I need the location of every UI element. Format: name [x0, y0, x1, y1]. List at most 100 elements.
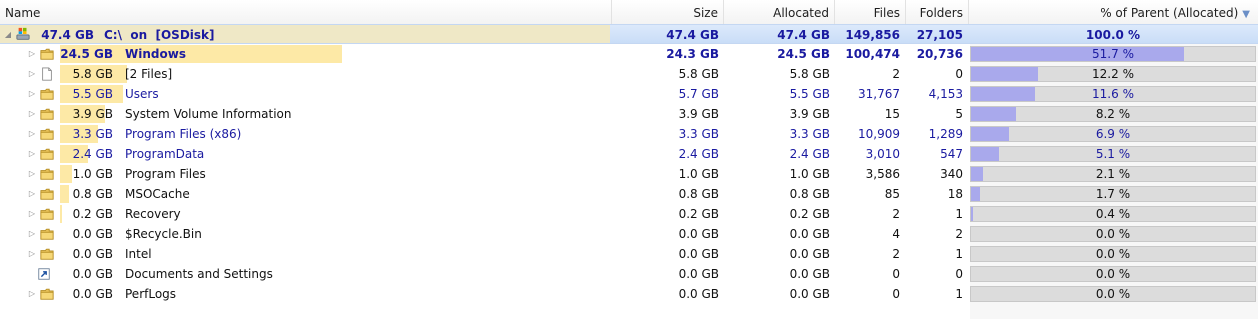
allocated-cell: 5.8 GB [789, 67, 830, 81]
drive-icon [16, 27, 30, 40]
root-size: 47.4 GB [666, 28, 719, 42]
folders-cell: 1 [955, 207, 963, 221]
expand-arrow-icon[interactable]: ▷ [27, 124, 37, 144]
files-cell: 15 [884, 107, 900, 121]
expand-arrow-icon[interactable]: ▷ [27, 84, 37, 104]
allocated-cell: 3.3 GB [789, 127, 830, 141]
files-cell: 0 [892, 287, 900, 301]
item-name: $Recycle.Bin [125, 227, 202, 241]
column-header-allocated[interactable]: Allocated [724, 0, 835, 24]
tree-row[interactable]: 0.0 GB Documents and Settings 0.0 GB 0.0 GB… [0, 264, 1258, 284]
size-label: 0.8 GB [72, 187, 113, 201]
expand-arrow-icon[interactable]: ▷ [27, 184, 37, 204]
folders-cell: 2 [955, 227, 963, 241]
expand-arrow-icon[interactable]: ▷ [27, 244, 37, 264]
folders-cell: 20,736 [916, 47, 963, 61]
expand-arrow-icon[interactable]: ▷ [27, 164, 37, 184]
allocated-cell: 0.0 GB [789, 227, 830, 241]
item-name: Recovery [125, 207, 181, 221]
percent-bar: 8.2 % [970, 106, 1256, 122]
size-cell: 3.3 GB [678, 127, 719, 141]
files-cell: 100,474 [845, 47, 900, 61]
tree-row[interactable]: ▷ 0.0 GB $Recycle.Bin 0.0 GB 0.0 GB 4 2 0.0 % [0, 224, 1258, 244]
size-cell: 0.0 GB [678, 227, 719, 241]
column-header-bar: Name Size Allocated Files Folders % of P… [0, 0, 1258, 25]
size-cell: 5.8 GB [678, 67, 719, 81]
percent-bar: 51.7 % [970, 46, 1256, 62]
tree-row[interactable]: ▷ 3.9 GB System Volume Information 3.9 GB 3.… [0, 104, 1258, 124]
tree-row[interactable]: ▷ 5.8 GB [2 Files] 5.8 GB 5.8 GB 2 0 12.2 % [0, 64, 1258, 84]
folders-cell: 340 [940, 167, 963, 181]
expand-arrow-icon[interactable]: ▷ [27, 284, 37, 304]
expand-arrow-icon[interactable]: ▷ [27, 224, 37, 244]
size-cell: 0.0 GB [678, 287, 719, 301]
files-cell: 10,909 [858, 127, 900, 141]
allocated-cell: 24.5 GB [777, 47, 830, 61]
percent-text: 11.6 % [1092, 87, 1134, 101]
column-header-name[interactable]: Name [0, 0, 612, 24]
tree-row[interactable]: ▷ 0.8 GB MSOCache 0.8 GB 0.8 GB 85 18 1.7 % [0, 184, 1258, 204]
collapse-arrow-icon[interactable]: ◢ [3, 25, 13, 45]
tree-row[interactable]: ▷ 0.2 GB Recovery 0.2 GB 0.2 GB 2 1 0.4 % [0, 204, 1258, 224]
expand-arrow-icon[interactable]: ▷ [27, 144, 37, 164]
files-cell: 31,767 [858, 87, 900, 101]
sort-descending-icon: ▼ [1242, 9, 1250, 20]
expand-arrow-icon[interactable]: ▷ [27, 44, 37, 64]
percent-bar: 0.0 % [970, 226, 1256, 242]
percent-text: 0.0 % [1095, 287, 1131, 301]
column-header-percent[interactable]: % of Parent (Allocated) ▼ [969, 0, 1258, 24]
tree-row[interactable]: ▷ 0.0 GB Intel 0.0 GB 0.0 GB 2 1 0.0 % [0, 244, 1258, 264]
folders-cell: 1 [955, 287, 963, 301]
expand-arrow-icon[interactable]: ▷ [27, 104, 37, 124]
percent-bar: 1.7 % [970, 186, 1256, 202]
size-label: 5.5 GB [72, 87, 113, 101]
allocated-cell: 3.9 GB [789, 107, 830, 121]
folders-cell: 18 [947, 187, 963, 201]
percent-text: 0.0 % [1095, 267, 1131, 281]
column-header-folders[interactable]: Folders [906, 0, 969, 24]
percent-bar: 12.2 % [970, 66, 1256, 82]
size-label: 3.9 GB [72, 107, 113, 121]
size-cell: 2.4 GB [678, 147, 719, 161]
size-cell: 0.2 GB [678, 207, 719, 221]
size-label: 1.0 GB [72, 167, 113, 181]
percent-text: 8.2 % [1095, 107, 1131, 121]
size-cell: 24.3 GB [666, 47, 719, 61]
tree-row[interactable]: ▷ 2.4 GB ProgramData 2.4 GB 2.4 GB 3,010 547 5… [0, 144, 1258, 164]
column-header-size[interactable]: Size [612, 0, 724, 24]
root-allocated: 47.4 GB [777, 28, 830, 42]
allocated-cell: 0.0 GB [789, 267, 830, 281]
item-name: PerfLogs [125, 287, 177, 301]
size-cell: 0.8 GB [678, 187, 719, 201]
expand-arrow-icon[interactable]: ▷ [27, 204, 37, 224]
files-cell: 3,586 [865, 167, 900, 181]
files-cell: 2 [892, 247, 900, 261]
size-cell: 0.0 GB [678, 267, 719, 281]
size-label: 0.0 GB [72, 247, 113, 261]
percent-bar: 11.6 % [970, 86, 1256, 102]
percent-text: 51.7 % [1092, 47, 1134, 61]
item-name: Windows [125, 47, 186, 61]
expand-arrow-icon[interactable]: ▷ [27, 64, 37, 84]
tree-row[interactable]: ▷ 1.0 GB Program Files 1.0 GB 1.0 GB 3,586 340… [0, 164, 1258, 184]
tree-row[interactable]: ▷ 3.3 GB Program Files (x86) 3.3 GB 3.3 GB 10… [0, 124, 1258, 144]
allocated-cell: 0.8 GB [789, 187, 830, 201]
item-name: Documents and Settings [125, 267, 273, 281]
percent-text: 2.1 % [1095, 167, 1131, 181]
item-name: Users [125, 87, 159, 101]
column-header-files[interactable]: Files [835, 0, 906, 24]
tree-row[interactable]: ▷ 0.0 GB PerfLogs 0.0 GB 0.0 GB 0 1 0.0 % [0, 284, 1258, 304]
item-name: Intel [125, 247, 152, 261]
tree-row[interactable]: ▷ 5.5 GB Users 5.7 GB 5.5 GB 31,767 4,153 11.6… [0, 84, 1258, 104]
tree-row[interactable]: ▷ 24.5 GB Windows 24.3 GB 24.5 GB 100,474 20,7… [0, 44, 1258, 64]
allocated-cell: 0.2 GB [789, 207, 830, 221]
size-cell: 5.7 GB [678, 87, 719, 101]
item-name: System Volume Information [125, 107, 292, 121]
allocated-cell: 0.0 GB [789, 287, 830, 301]
folders-cell: 4,153 [928, 87, 963, 101]
size-label: 2.4 GB [72, 147, 113, 161]
folders-cell: 0 [955, 67, 963, 81]
tree-row-root[interactable]: ◢ 47.4 GB C:\ on [OSDisk] 47.4 GB 47.4 G… [0, 24, 1258, 44]
size-label: 5.8 GB [72, 67, 113, 81]
item-name: Program Files (x86) [125, 127, 242, 141]
